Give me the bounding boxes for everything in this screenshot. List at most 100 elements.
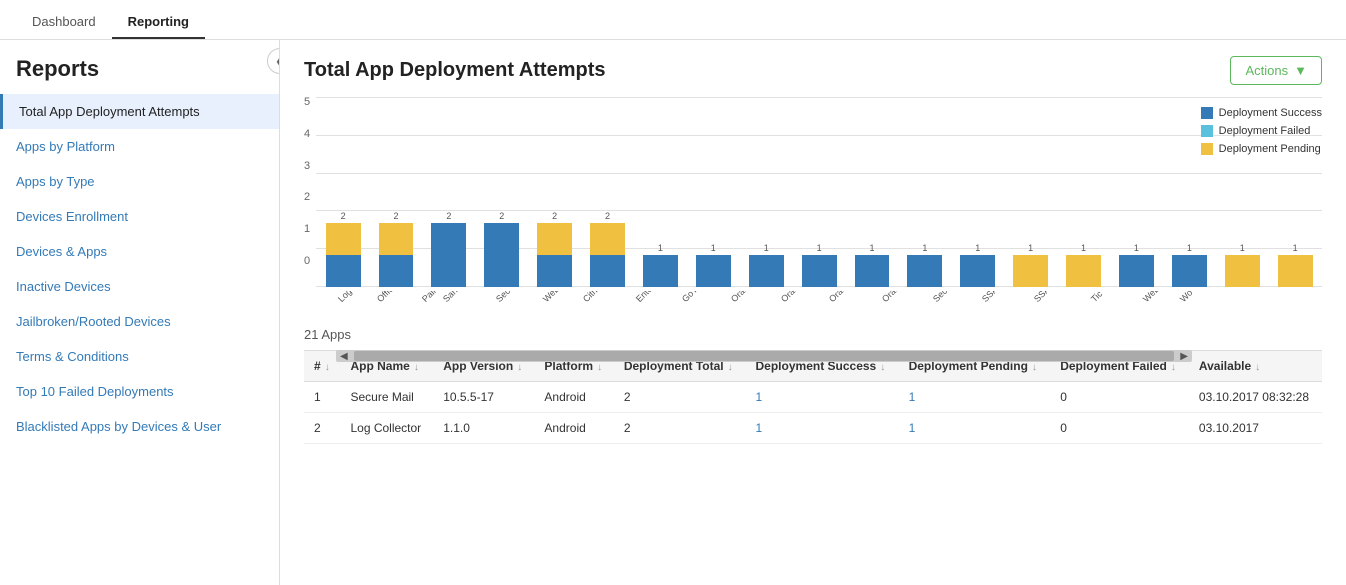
bar-pending-segment [1278, 255, 1313, 287]
table-column-header: #↓ [304, 351, 340, 382]
bar-total-label: 2 [341, 211, 346, 221]
bar-group: 2 [318, 97, 368, 287]
legend-pending: Deployment Pending [1201, 143, 1322, 155]
bar-success-segment [537, 255, 572, 287]
sidebar-title: Reports [0, 56, 279, 94]
bar-total-label: 1 [922, 243, 927, 253]
bar-stack [431, 223, 466, 287]
bar-success-segment [802, 255, 837, 287]
legend-failed: Deployment Failed [1201, 125, 1322, 137]
legend-success-color [1201, 107, 1213, 119]
nav-reporting[interactable]: Reporting [112, 6, 205, 39]
bar-success-segment [431, 223, 466, 287]
bar-stack [1119, 255, 1154, 287]
nav-dashboard[interactable]: Dashboard [16, 6, 112, 39]
bar-stack [802, 255, 837, 287]
sidebar-item[interactable]: Total App Deployment Attempts [0, 94, 279, 129]
sidebar-item[interactable]: Devices & Apps [0, 234, 279, 269]
sort-icon[interactable]: ↓ [597, 362, 602, 373]
table-row: 2Log Collector1.1.0Android211003.10.2017 [304, 413, 1322, 444]
table-cell: 1 [746, 382, 899, 413]
sidebar-item[interactable]: Devices Enrollment [0, 199, 279, 234]
sort-icon[interactable]: ↓ [728, 362, 733, 373]
bar-pending-segment [537, 223, 572, 255]
bar-stack [749, 255, 784, 287]
bar-group: 2 [583, 97, 633, 287]
bar-group: 1 [794, 97, 844, 287]
bar-group: 1 [741, 97, 791, 287]
table-cell: Android [534, 382, 613, 413]
bar-group: 1 [847, 97, 897, 287]
bar-total-label: 1 [1081, 243, 1086, 253]
table-cell: 0 [1050, 413, 1189, 444]
bar-total-label: 1 [1240, 243, 1245, 253]
bar-total-label: 2 [393, 211, 398, 221]
bar-group: 1 [953, 97, 1003, 287]
sidebar-item[interactable]: Jailbroken/Rooted Devices [0, 304, 279, 339]
bar-success-segment [696, 255, 731, 287]
bar-pending-segment [590, 223, 625, 255]
sort-icon[interactable]: ↓ [414, 362, 419, 373]
bar-stack [590, 223, 625, 287]
bar-success-segment [907, 255, 942, 287]
bar-stack [537, 223, 572, 287]
legend-pending-color [1201, 143, 1213, 155]
bar-pending-segment [1225, 255, 1260, 287]
sidebar-item[interactable]: Apps by Platform [0, 129, 279, 164]
bar-total-label: 2 [499, 211, 504, 221]
actions-button[interactable]: Actions ▼ [1230, 56, 1322, 85]
bar-total-label: 1 [1028, 243, 1033, 253]
bar-group: 2 [477, 97, 527, 287]
sidebar-item[interactable]: Apps by Type [0, 164, 279, 199]
bar-total-label: 1 [711, 243, 716, 253]
sort-icon[interactable]: ↓ [880, 362, 885, 373]
bar-stack [1013, 255, 1048, 287]
bar-pending-segment [1013, 255, 1048, 287]
sort-icon[interactable]: ↓ [1255, 362, 1260, 373]
table-cell[interactable]: Secure Mail [340, 382, 433, 413]
bar-success-segment [484, 223, 519, 287]
page-title: Total App Deployment Attempts [304, 59, 605, 82]
bar-stack [855, 255, 890, 287]
bar-group: 1 [688, 97, 738, 287]
sort-icon[interactable]: ↓ [325, 362, 330, 373]
bar-stack [907, 255, 942, 287]
main-layout: ❮ Reports Total App Deployment AttemptsA… [0, 40, 1346, 585]
bar-pending-segment [1066, 255, 1101, 287]
sidebar-item[interactable]: Blacklisted Apps by Devices & User [0, 409, 279, 444]
bar-total-label: 1 [869, 243, 874, 253]
table-cell: 1.1.0 [433, 413, 534, 444]
table-cell[interactable]: Log Collector [340, 413, 433, 444]
bar-group: 2 [530, 97, 580, 287]
chart-container: 5 4 3 2 1 0 [304, 97, 1322, 317]
table-cell: 2 [304, 413, 340, 444]
sidebar-item[interactable]: Top 10 Failed Deployments [0, 374, 279, 409]
bar-success-segment [749, 255, 784, 287]
bar-group: 1 [1006, 97, 1056, 287]
table-cell: 1 [746, 413, 899, 444]
sort-icon[interactable]: ↓ [1032, 362, 1037, 373]
legend-failed-color [1201, 125, 1213, 137]
bar-success-segment [326, 255, 361, 287]
sidebar: ❮ Reports Total App Deployment AttemptsA… [0, 40, 280, 585]
legend-failed-label: Deployment Failed [1219, 125, 1311, 137]
bar-pending-segment [326, 223, 361, 255]
sort-icon[interactable]: ↓ [517, 362, 522, 373]
sort-icon[interactable]: ↓ [1171, 362, 1176, 373]
scroll-right-arrow[interactable]: ▶ [1176, 351, 1192, 362]
scroll-left-arrow[interactable]: ◀ [336, 351, 352, 362]
table-cell: 10.5.5-17 [433, 382, 534, 413]
bar-success-segment [1119, 255, 1154, 287]
bar-group: 2 [424, 97, 474, 287]
bar-total-label: 1 [1134, 243, 1139, 253]
table-body: 1Secure Mail10.5.5-17Android211003.10.20… [304, 382, 1322, 444]
scroll-thumb[interactable] [354, 351, 1175, 361]
table-cell: 1 [304, 382, 340, 413]
chart-scrollbar[interactable]: ◀ ▶ [336, 350, 1192, 362]
table-cell: 1 [899, 382, 1051, 413]
sidebar-item[interactable]: Terms & Conditions [0, 339, 279, 374]
bar-stack [1278, 255, 1313, 287]
legend-success: Deployment Success [1201, 107, 1322, 119]
sidebar-item[interactable]: Inactive Devices [0, 269, 279, 304]
table-cell: 2 [614, 382, 746, 413]
